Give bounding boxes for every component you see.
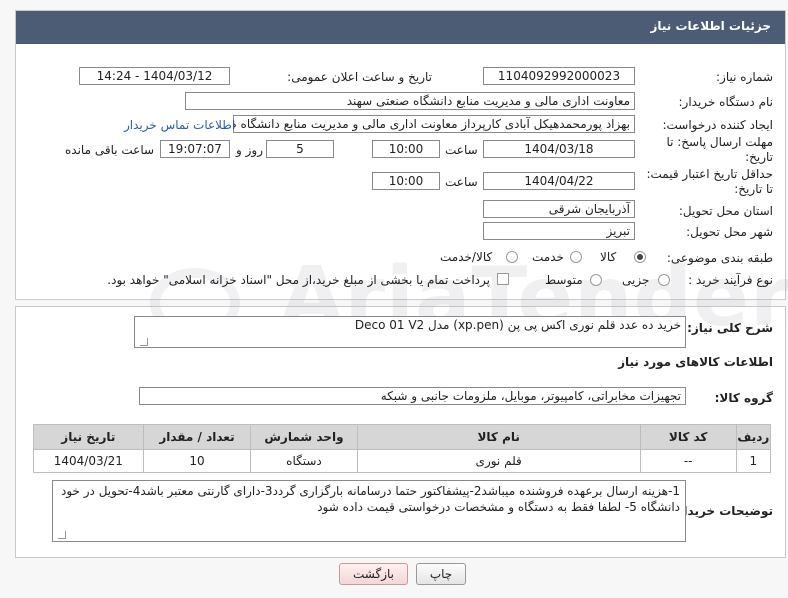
category-option-goods: کالا — [600, 250, 617, 264]
col-header-quantity: تعداد / مقدار — [142, 424, 252, 450]
treasury-payment-note: پرداخت تمام یا بخشی از مبلغ خرید،از محل … — [107, 273, 490, 287]
requester-label: ایجاد کننده درخواست: — [662, 118, 773, 132]
remaining-time-field: 19:07:07 — [160, 140, 230, 158]
buyer-org-label: نام دستگاه خریدار: — [678, 95, 774, 109]
price-validity-date-field: 1404/04/22 — [483, 172, 635, 190]
table-header-row: ردیف کد کالا نام کالا واحد شمارش تعداد /… — [33, 424, 772, 450]
delivery-city-field: تبریز — [483, 222, 635, 240]
category-option-goods-service: کالا/خدمت — [440, 250, 493, 264]
delivery-province-field: آذربایجان شرقی — [483, 200, 635, 218]
requester-field: بهزاد پورمحمدهیکل آبادی کارپرداز معاونت … — [233, 115, 635, 133]
category-label: طبقه بندی موضوعی: — [666, 251, 773, 265]
announce-datetime-label: تاریخ و ساعت اعلان عمومی: — [287, 70, 432, 84]
buyer-contact-link[interactable]: اطلاعات تماس خریدار — [124, 118, 235, 132]
col-header-unit: واحد شمارش — [250, 424, 358, 450]
price-validity-time-field: 10:00 — [372, 172, 440, 190]
goods-table: ردیف کد کالا نام کالا واحد شمارش تعداد /… — [33, 424, 772, 473]
remaining-time-label: ساعت باقی مانده — [65, 143, 155, 157]
buyer-notes-field: 1-هزینه ارسال برعهده فروشنده میباشد2-پیش… — [52, 480, 686, 542]
reply-deadline-date-field: 1404/03/18 — [483, 140, 635, 158]
buyer-org-field: معاونت اداری مالی و مدیریت منابع دانشگاه… — [185, 92, 635, 110]
category-radio-goods-service[interactable] — [506, 251, 518, 263]
purchase-type-radio-minor[interactable] — [658, 274, 670, 286]
delivery-province-label: استان محل تحویل: — [678, 204, 773, 218]
price-validity-time-label: ساعت — [445, 175, 478, 189]
cell-need-date: 1404/03/21 — [33, 449, 144, 473]
purchase-type-label: نوع فرآیند خرید : — [688, 273, 773, 287]
cell-row-number: 1 — [735, 449, 772, 473]
cell-item-code: -- — [639, 449, 737, 473]
back-button[interactable]: بازگشت — [339, 563, 408, 585]
announce-datetime-field: 1404/03/12 - 14:24 — [79, 67, 230, 85]
reply-deadline-time-label: ساعت — [445, 143, 478, 157]
category-option-service: خدمت — [532, 250, 564, 264]
buyer-notes-label: توضیحات خریدار: — [671, 504, 773, 518]
reply-deadline-label: مهلت ارسال پاسخ: تا تاریخ: — [666, 135, 773, 164]
category-radio-service[interactable] — [570, 251, 582, 263]
cell-quantity: 10 — [142, 449, 252, 473]
notes-resize-handle[interactable] — [58, 531, 66, 539]
panel-header: جزئیات اطلاعات نیاز — [16, 11, 785, 44]
cell-unit: دستگاه — [250, 449, 358, 473]
purchase-type-option-medium: متوسط — [545, 273, 583, 287]
col-header-row-number: ردیف — [735, 424, 772, 450]
purchase-type-radio-medium[interactable] — [590, 274, 602, 286]
col-header-need-date: تاریخ نیاز — [33, 424, 144, 450]
cell-item-name: قلم نوری — [356, 449, 641, 473]
days-label: روز و — [236, 143, 263, 157]
summary-field: خرید ده عدد قلم نوری اکس پی پن (xp.pen) … — [134, 316, 686, 348]
summary-resize-handle[interactable] — [140, 338, 148, 346]
summary-label: شرح کلی نیاز: — [687, 321, 773, 335]
col-header-item-name: نام کالا — [356, 424, 641, 450]
treasury-payment-checkbox[interactable] — [497, 273, 509, 285]
reply-deadline-days-field: 5 — [266, 140, 334, 158]
goods-group-field: تجهیزات مخابراتی، کامپیوتر، موبایل، ملزو… — [139, 387, 686, 405]
panel-title: جزئیات اطلاعات نیاز — [650, 19, 771, 33]
purchase-type-option-minor: جزیی — [622, 273, 650, 287]
delivery-city-label: شهر محل تحویل: — [686, 225, 773, 239]
goods-info-title: اطلاعات کالاهای مورد نیاز — [618, 355, 773, 369]
table-row: 1 -- قلم نوری دستگاه 10 1404/03/21 — [33, 449, 772, 473]
need-number-field: 1104092992000023 — [483, 67, 635, 85]
reply-deadline-time-field: 10:00 — [372, 140, 440, 158]
print-button[interactable]: چاپ — [416, 563, 466, 585]
price-validity-label: حداقل تاریخ اعتبار قیمت: تا تاریخ: — [646, 167, 773, 196]
col-header-item-code: کد کالا — [639, 424, 737, 450]
goods-group-label: گروه کالا: — [714, 391, 773, 405]
need-number-label: شماره نیاز: — [716, 70, 773, 84]
category-radio-goods[interactable] — [634, 251, 646, 263]
